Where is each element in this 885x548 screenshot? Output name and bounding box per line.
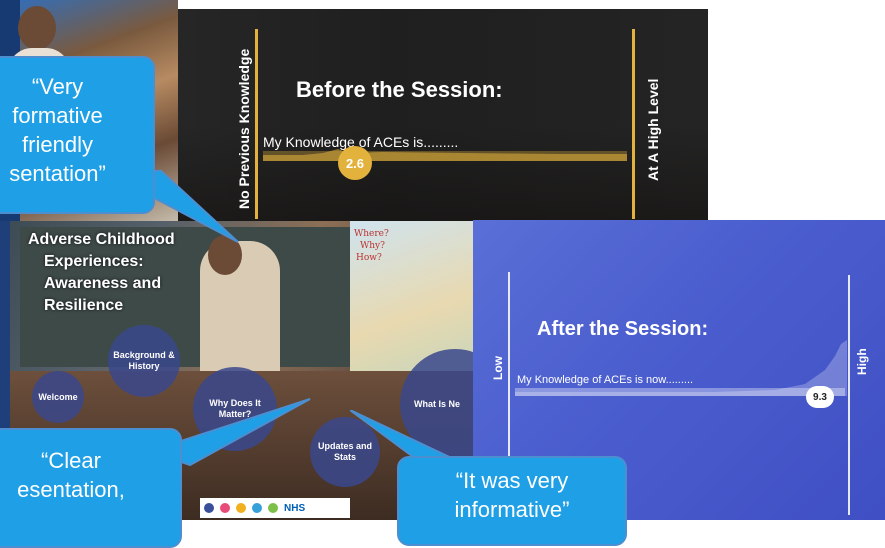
quote-bubble-bottom-left: “Clear esentation, (0, 428, 182, 548)
nhs-logo: NHS (284, 502, 306, 514)
title-line: Awareness and (44, 275, 162, 292)
board-word-why: Why? (360, 241, 385, 251)
topic-welcome[interactable]: Welcome (32, 371, 84, 423)
logo-icon (220, 503, 230, 513)
rating-distribution-curve (515, 340, 847, 396)
scale-high-line (848, 275, 850, 515)
logo-icon (204, 503, 214, 513)
logo-icon (252, 503, 262, 513)
scale-high-label: High (855, 348, 869, 375)
title-line: Experiences: (44, 253, 144, 270)
topic-label: Background & History (113, 350, 175, 371)
rating-value-badge: 9.3 (806, 386, 834, 408)
scale-high-line (632, 29, 635, 219)
rating-question: My Knowledge of ACEs is now......... (517, 374, 694, 386)
quote-line: “Very (31, 74, 84, 99)
quote-line: sentation” (9, 161, 106, 186)
topic-background-history[interactable]: Background & History (108, 325, 180, 397)
logo-icon (268, 503, 278, 513)
scale-high-label: At A High Level (645, 78, 661, 181)
topic-label: What Is Ne (414, 398, 461, 409)
scale-low-line (255, 29, 258, 219)
slide-title: Before the Session: (296, 77, 503, 102)
partner-logos: NHS (200, 498, 350, 518)
quote-line: “Clear (41, 448, 101, 473)
quote-bubble-top: “Very formative friendly sentation” (0, 56, 155, 214)
quote-bubble-bottom-right: “It was very informative” (397, 456, 627, 546)
quote-line: esentation, (17, 477, 125, 502)
board-word-where: Where? (354, 229, 389, 239)
teacher-head (18, 6, 56, 50)
quote-line: friendly (22, 132, 93, 157)
board-word-how: How? (356, 253, 382, 263)
logo-icon (236, 503, 246, 513)
slide-title: After the Session: (537, 318, 709, 340)
topic-label: Welcome (38, 391, 78, 402)
quote-line: “It was very (455, 468, 569, 493)
before-session-slide: No Previous Knowledge At A High Level Be… (178, 9, 708, 221)
quote-line: formative (12, 103, 103, 128)
scale-low-label: Low (491, 356, 505, 380)
title-line: Resilience (44, 297, 124, 314)
rating-value-badge: 2.6 (338, 146, 372, 180)
